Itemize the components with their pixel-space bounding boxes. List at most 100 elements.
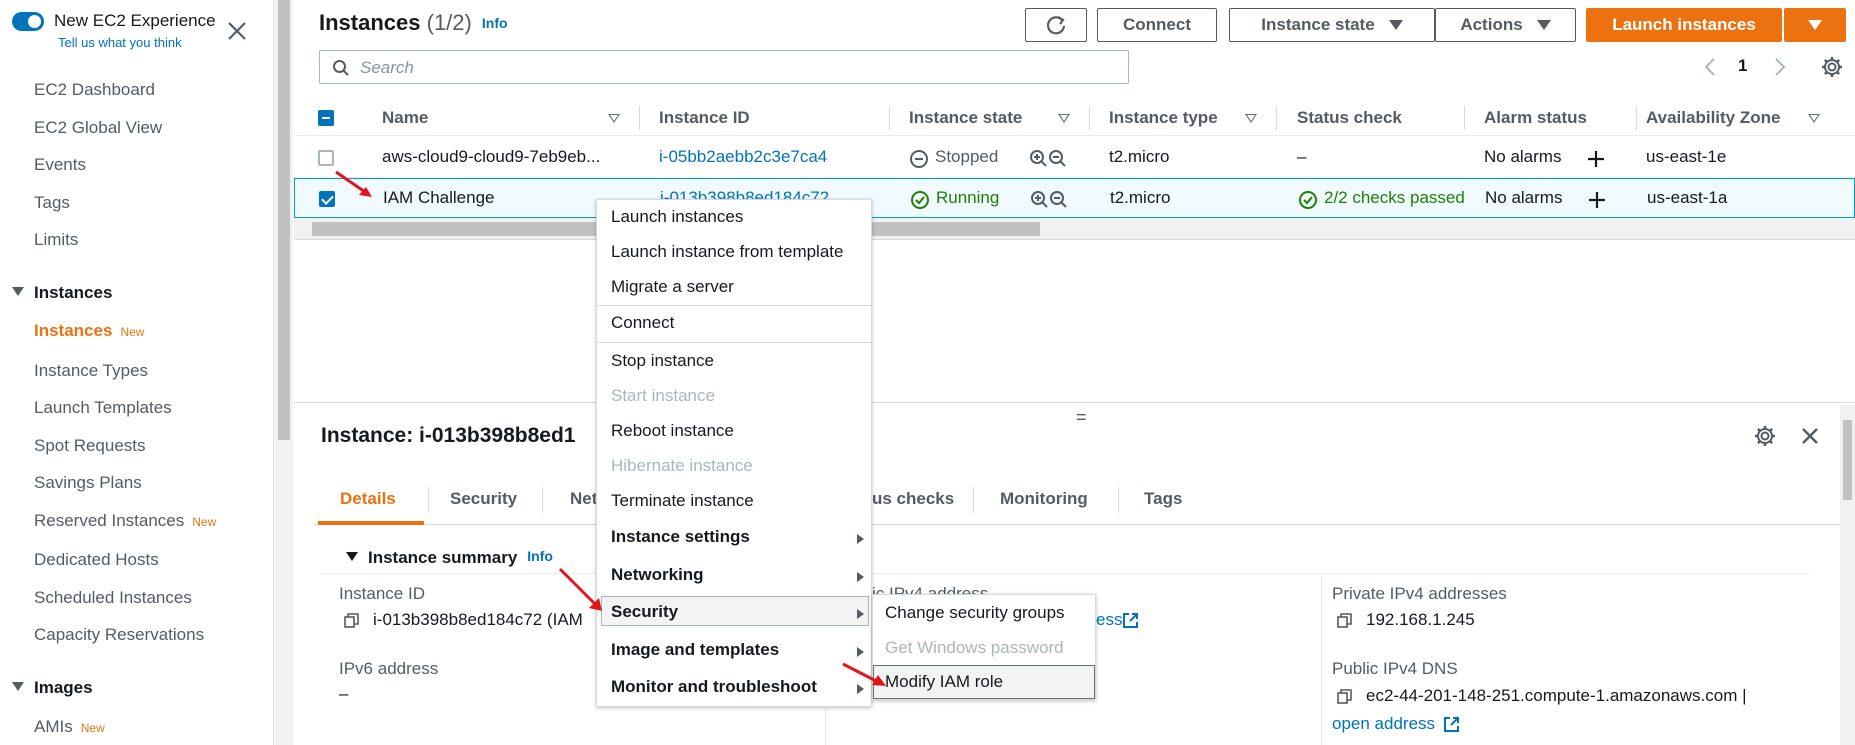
tab-networking[interactable]: Net [570,489,597,509]
column-header-instance-type[interactable]: Instance type [1109,108,1218,128]
copy-icon[interactable] [344,613,359,628]
close-icon[interactable] [1798,424,1822,448]
column-header-instance-id[interactable]: Instance ID [659,108,750,128]
cell-name: aws-cloud9-cloud9-7eb9eb... [382,147,601,166]
column-header-status-check[interactable]: Status check [1297,108,1402,128]
menu-item-networking[interactable]: Networking [611,565,704,585]
menu-item-monitor-and-troubleshoot[interactable]: Monitor and troubleshoot [611,677,817,697]
tab-security[interactable]: Security [450,489,517,509]
table-row[interactable]: IAM Challenge i-013b398b8ed184c72 Runnin… [294,178,1855,218]
menu-item-launch-from-template[interactable]: Launch instance from template [611,242,843,262]
page-number[interactable]: 1 [1738,56,1747,76]
zoom-icon[interactable] [1029,149,1069,169]
refresh-button[interactable] [1025,8,1087,42]
column-header-name[interactable]: Name [382,108,428,128]
feedback-link[interactable]: Tell us what you think [58,35,182,50]
sidebar-item-instance-types[interactable]: Instance Types [34,361,148,381]
sidebar-item-limits[interactable]: Limits [34,230,78,250]
public-dns-value: ec2-44-201-148-251.compute-1.amazonaws.c… [1366,686,1747,705]
chevron-right-icon[interactable] [1772,56,1788,78]
sidebar-item-reserved-instances[interactable]: Reserved Instances New [34,511,216,531]
sidebar-item-capacity-reservations[interactable]: Capacity Reservations [34,625,204,645]
sidebar-item-spot-requests[interactable]: Spot Requests [34,436,146,456]
resize-handle-icon[interactable]: = [1076,407,1087,428]
actions-button[interactable]: Actions [1435,8,1576,42]
refresh-icon [1046,16,1066,35]
close-icon[interactable] [224,18,250,44]
connect-button[interactable]: Connect [1097,8,1217,42]
detail-scrollbar-thumb[interactable] [1843,420,1852,500]
menu-item-stop-instance[interactable]: Stop instance [611,351,714,371]
tab-tags[interactable]: Tags [1144,489,1182,509]
sidebar-item-instances[interactable]: Instances New [34,321,144,341]
column-header-instance-state[interactable]: Instance state [909,108,1022,128]
gear-icon[interactable] [1820,55,1844,79]
menu-item-instance-settings[interactable]: Instance settings [611,527,750,547]
plus-icon[interactable] [1586,149,1606,169]
zoom-icon[interactable] [1030,190,1070,210]
submenu-arrow-icon [857,534,864,544]
sidebar-item-tags[interactable]: Tags [34,193,70,213]
sort-icon[interactable] [1058,114,1070,123]
new-experience-toggle[interactable] [12,12,44,31]
sidebar-section-images[interactable]: Images [12,678,93,698]
annotation-arrow-icon [558,567,602,611]
external-link-icon[interactable] [1443,716,1460,733]
private-ipv4-value: 192.168.1.245 [1366,610,1475,629]
sort-icon[interactable] [1808,114,1820,123]
tab-details[interactable]: Details [340,489,396,509]
launch-instances-button[interactable]: Launch instances [1586,8,1782,42]
caret-down-icon [12,287,24,296]
external-link-icon[interactable] [1122,612,1139,629]
open-address-link[interactable]: open address [1332,714,1435,734]
horizontal-scrollbar[interactable] [294,218,1855,240]
sort-icon[interactable] [608,114,620,123]
caret-down-icon [346,552,358,561]
column-header-alarm-status[interactable]: Alarm status [1484,108,1587,128]
menu-item-security[interactable]: Security [611,602,678,622]
menu-item-launch-instances[interactable]: Launch instances [611,207,743,227]
menu-item-connect[interactable]: Connect [611,313,674,333]
public-ipv4-link[interactable]: ess [1096,610,1122,630]
tab-status-checks[interactable]: us checks [872,489,954,509]
column-header-availability-zone[interactable]: Availability Zone [1646,108,1780,128]
launch-dropdown-button[interactable] [1784,8,1846,42]
row-checkbox[interactable] [318,150,334,166]
sidebar-scrollbar-thumb[interactable] [278,0,290,440]
cell-instance-id[interactable]: i-05bb2aebb2c3e7ca4 [659,147,827,167]
caret-down-icon [1808,20,1822,30]
menu-item-terminate-instance[interactable]: Terminate instance [611,491,754,511]
sidebar-item-dedicated-hosts[interactable]: Dedicated Hosts [34,550,159,570]
plus-icon[interactable] [1587,190,1607,210]
menu-item-change-security-groups[interactable]: Change security groups [885,603,1065,623]
gear-icon[interactable] [1753,424,1777,448]
info-link[interactable]: Info [527,548,553,564]
instance-summary-heading[interactable]: Instance summary Info [346,548,553,568]
select-all-checkbox[interactable] [318,110,334,126]
active-tab-indicator [318,521,424,525]
menu-item-reboot-instance[interactable]: Reboot instance [611,421,734,441]
sidebar-item-events[interactable]: Events [34,155,86,175]
instance-state-button[interactable]: Instance state [1229,8,1435,42]
search-icon [333,60,349,76]
menu-item-image-and-templates[interactable]: Image and templates [611,640,779,660]
sort-icon[interactable] [1245,114,1257,123]
selection-count: (1/2) [426,10,472,35]
sidebar-section-instances[interactable]: Instances [12,283,112,303]
sidebar-item-savings-plans[interactable]: Savings Plans [34,473,142,493]
chevron-left-icon[interactable] [1702,56,1718,78]
copy-icon[interactable] [1337,613,1352,628]
sidebar-item-scheduled-instances[interactable]: Scheduled Instances [34,588,192,608]
sidebar-item-ec2-global-view[interactable]: EC2 Global View [34,118,162,138]
menu-item-migrate-server[interactable]: Migrate a server [611,277,734,297]
sidebar-item-launch-templates[interactable]: Launch Templates [34,398,172,418]
tab-monitoring[interactable]: Monitoring [1000,489,1088,509]
menu-item-modify-iam-role[interactable]: Modify IAM role [885,672,1003,692]
public-dns-label: Public IPv4 DNS [1332,659,1458,678]
search-input[interactable]: Search [319,50,1129,84]
info-link[interactable]: Info [482,15,508,31]
table-row[interactable]: aws-cloud9-cloud9-7eb9eb... i-05bb2aebb2… [294,138,1855,178]
sidebar-item-ec2-dashboard[interactable]: EC2 Dashboard [34,80,155,100]
sidebar-item-amis[interactable]: AMIs New [34,717,105,737]
copy-icon[interactable] [1337,689,1352,704]
